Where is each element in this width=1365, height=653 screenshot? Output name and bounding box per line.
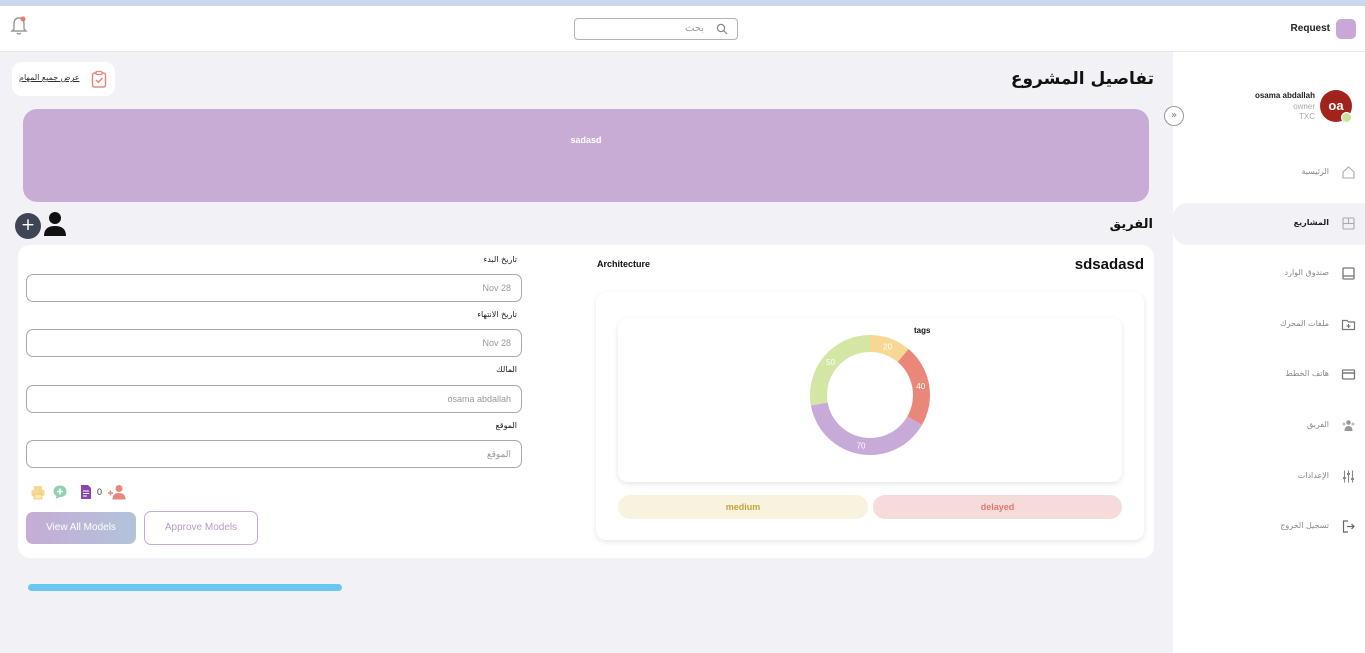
start-date-value: Nov 28: [482, 283, 511, 293]
search-icon: [716, 23, 728, 35]
bell-icon[interactable]: [9, 15, 29, 37]
start-date-label: تاريخ البدء: [483, 255, 518, 264]
inbox-icon: [1342, 267, 1355, 280]
priority-badge: medium: [618, 495, 868, 519]
project-type: Architecture: [597, 259, 651, 269]
projects-icon: [1342, 217, 1355, 230]
progress-bar: [28, 584, 342, 591]
sidebar-item-home[interactable]: الرئيسية: [1173, 152, 1365, 194]
team-icon: [1342, 420, 1355, 431]
user-org: TXC: [1299, 112, 1315, 121]
sidebar-item-logout[interactable]: تسجيل الخروج: [1173, 506, 1365, 548]
donut-slice-3: [810, 335, 870, 406]
page-title: تفاصيل المشروع: [1010, 69, 1154, 89]
search-input[interactable]: بحث: [574, 18, 738, 40]
approve-models-button[interactable]: Approve Models: [144, 511, 258, 545]
sidebar-item-label: الفريق: [1306, 420, 1329, 429]
end-date-field[interactable]: Nov 28: [26, 329, 522, 357]
online-status-dot: [1341, 112, 1352, 123]
location-placeholder: الموقع: [486, 449, 511, 459]
folder-icon: [1341, 319, 1356, 331]
sidebar-item-label: تسجيل الخروج: [1280, 521, 1329, 530]
sidebar-item-projects[interactable]: المشاريع: [1173, 203, 1365, 245]
project-name: sdsadasd: [1074, 256, 1144, 273]
end-date-value: Nov 28: [482, 338, 511, 348]
sidebar-item-label: المشاريع: [1293, 218, 1329, 227]
request-label[interactable]: Request: [1291, 23, 1330, 34]
chart-title: tags: [914, 326, 931, 335]
settings-icon: [1343, 470, 1354, 483]
sidebar-item-label: ملفات المحرك: [1280, 319, 1329, 328]
all-tasks-label: عرض جميع المهام: [19, 73, 80, 82]
add-comment-icon[interactable]: [52, 484, 68, 500]
add-user-icon[interactable]: [107, 484, 127, 500]
collapse-sidebar-icon[interactable]: »: [1164, 106, 1184, 126]
team-title: الفريق: [1109, 217, 1153, 232]
request-button[interactable]: [1336, 19, 1356, 39]
donut-slice-label-2: 70: [857, 442, 866, 451]
add-member-button[interactable]: +: [15, 213, 41, 239]
owner-field[interactable]: osama abdallah: [26, 385, 522, 413]
owner-label: المالك: [496, 365, 517, 374]
end-date-label: تاريخ الانتهاء: [477, 310, 517, 319]
banner-text: sadasd: [570, 135, 602, 145]
person-icon[interactable]: [43, 211, 67, 237]
user-role: owner: [1293, 102, 1315, 111]
sidebar-item-settings[interactable]: الإعدادات: [1173, 456, 1365, 498]
donut-slice-2: [810, 402, 922, 455]
document-icon[interactable]: [78, 484, 94, 500]
search-placeholder: بحث: [684, 23, 704, 34]
sidebar-item-label: صندوق الوارد: [1284, 268, 1329, 277]
donut-slice-label-3: 50: [826, 358, 835, 367]
sidebar-item-plans[interactable]: هاتف الخطط: [1173, 354, 1365, 396]
sidebar-item-label: هاتف الخطط: [1285, 369, 1329, 378]
sidebar-item-inbox[interactable]: صندوق الوارد: [1173, 253, 1365, 295]
all-tasks-link[interactable]: عرض جميع المهام: [12, 62, 115, 96]
print-icon[interactable]: [30, 484, 46, 500]
location-label: الموقع: [495, 421, 518, 430]
owner-value: osama abdallah: [447, 394, 511, 404]
sidebar-item-label: الإعدادات: [1297, 471, 1329, 480]
user-name: osama abdallah: [1254, 91, 1315, 100]
sidebar-item-team[interactable]: الفريق: [1173, 405, 1365, 447]
tags-donut-chart: 20 40 70 50: [810, 335, 930, 455]
home-icon: [1342, 166, 1355, 179]
location-field[interactable]: الموقع: [26, 440, 522, 468]
start-date-field[interactable]: Nov 28: [26, 274, 522, 302]
clipboard-check-icon: [91, 70, 107, 88]
top-bar: بحث Request: [0, 6, 1365, 52]
view-all-models-button[interactable]: View All Models: [26, 512, 136, 544]
status-badge: delayed: [873, 495, 1122, 519]
donut-slice-label-0: 20: [883, 343, 892, 352]
donut-slice-label-1: 40: [916, 382, 925, 391]
project-banner: sadasd: [23, 109, 1149, 202]
sidebar-item-files[interactable]: ملفات المحرك: [1173, 304, 1365, 346]
member-count: 0: [97, 487, 103, 497]
sidebar: [1173, 52, 1365, 653]
sidebar-item-label: الرئيسية: [1301, 167, 1329, 176]
logout-icon: [1342, 520, 1355, 533]
card-icon: [1341, 369, 1356, 380]
